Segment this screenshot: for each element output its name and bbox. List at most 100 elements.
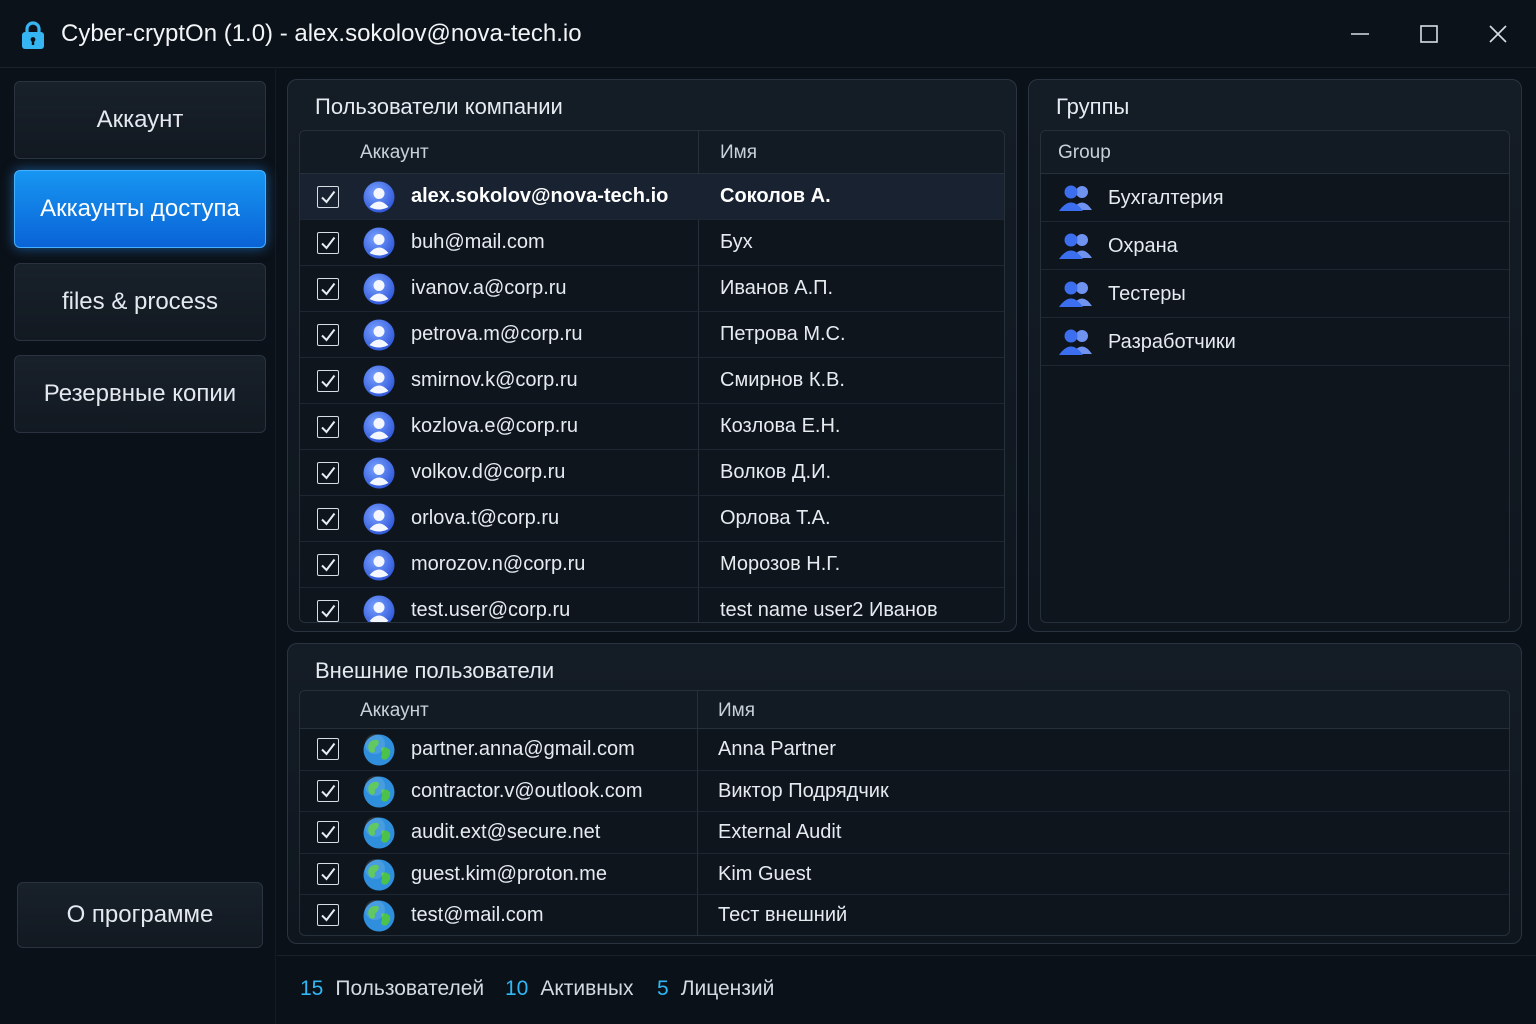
group-label: Разработчики <box>1108 331 1236 353</box>
table-row[interactable]: test@mail.com Тест внешний <box>300 895 1509 935</box>
account-cell: contractor.v@outlook.com <box>411 779 643 802</box>
name-cell: Морозов Н.Г. <box>720 553 841 575</box>
close-icon <box>1489 25 1507 43</box>
column-header-account[interactable]: Аккаунт <box>360 700 429 722</box>
status-users-label: Пользователей <box>335 977 485 1000</box>
maximize-button[interactable] <box>1407 14 1451 54</box>
group-label: Охрана <box>1108 235 1178 257</box>
group-label: Бухгалтерия <box>1108 187 1224 209</box>
account-cell: audit.ext@secure.net <box>411 821 601 843</box>
group-list-item[interactable]: Охрана <box>1041 222 1509 270</box>
row-checkbox[interactable] <box>317 370 339 392</box>
column-header-account[interactable]: Аккаунт <box>360 142 429 164</box>
account-cell: petrova.m@corp.ru <box>411 323 583 345</box>
table-row[interactable]: test.user@corp.ru test name user2 Иванов <box>300 588 1004 622</box>
groups-table: Group Бухгалтерия Охрана Тестеры Разработчи… <box>1040 130 1510 623</box>
row-checkbox[interactable] <box>317 416 339 438</box>
about-button[interactable]: О программе <box>17 882 263 948</box>
table-row[interactable]: orlova.t@corp.ru Орлова Т.А. <box>300 496 1004 542</box>
table-header: Group <box>1041 131 1509 174</box>
column-header-name[interactable]: Имя <box>720 142 757 164</box>
row-checkbox[interactable] <box>317 508 339 530</box>
table-row[interactable]: petrova.m@corp.ru Петрова М.С. <box>300 312 1004 358</box>
row-checkbox[interactable] <box>317 779 339 802</box>
table-row[interactable]: audit.ext@secure.net External Audit <box>300 812 1509 854</box>
row-checkbox[interactable] <box>317 862 339 885</box>
name-cell: Бух <box>720 231 753 253</box>
table-row[interactable]: contractor.v@outlook.com Виктор Подрядчик <box>300 771 1509 812</box>
table-row[interactable]: ivanov.a@corp.ru Иванов А.П. <box>300 266 1004 312</box>
account-cell: volkov.d@corp.ru <box>411 461 566 483</box>
nav-backups-button[interactable]: Резервные копии <box>14 355 266 433</box>
table-row[interactable]: morozov.n@corp.ru Морозов Н.Г. <box>300 542 1004 588</box>
nav-account-button[interactable]: Аккаунт <box>14 81 266 159</box>
users-group-icon <box>1059 233 1092 259</box>
column-header-group[interactable]: Group <box>1058 142 1111 164</box>
status-users: 15 Пользователей <box>300 977 484 1001</box>
row-checkbox[interactable] <box>317 738 339 760</box>
globe-icon <box>363 775 395 807</box>
table-row[interactable]: buh@mail.com Бух <box>300 220 1004 266</box>
checkmark-icon <box>321 742 336 756</box>
row-checkbox[interactable] <box>317 462 339 484</box>
table-row[interactable]: kozlova.e@corp.ru Козлова Е.Н. <box>300 404 1004 450</box>
row-checkbox[interactable] <box>317 821 339 843</box>
row-checkbox[interactable] <box>317 554 339 576</box>
status-licenses-label: Лицензий <box>680 977 775 1000</box>
lock-icon <box>22 21 44 49</box>
status-active: 10 Активных <box>505 977 634 1001</box>
checkmark-icon <box>321 558 336 572</box>
globe-icon <box>363 858 395 890</box>
globe-icon <box>363 734 395 766</box>
group-list-item[interactable]: Бухгалтерия <box>1041 174 1509 222</box>
name-cell: Волков Д.И. <box>720 461 832 483</box>
company-users-title: Пользователи компании <box>315 94 563 119</box>
nav-access-accounts-button[interactable]: Аккаунты доступа <box>14 170 266 248</box>
name-cell: Kim Guest <box>718 862 812 885</box>
minimize-button[interactable] <box>1338 14 1382 54</box>
company-users-table: Аккаунт Имя alex.sokolov@nova-tech.io Сок… <box>299 130 1005 623</box>
table-row[interactable]: volkov.d@corp.ru Волков Д.И. <box>300 450 1004 496</box>
account-cell: orlova.t@corp.ru <box>411 507 560 529</box>
account-cell: buh@mail.com <box>411 231 545 253</box>
name-cell: Виктор Подрядчик <box>718 779 889 802</box>
window-title: Cyber-cryptOn (1.0) - alex.sokolov@nova-… <box>61 20 582 47</box>
table-row[interactable]: alex.sokolov@nova-tech.io Соколов А. <box>300 174 1004 220</box>
table-header: Аккаунт Имя <box>300 691 1509 729</box>
checkmark-icon <box>321 908 336 922</box>
table-row[interactable]: guest.kim@proton.me Kim Guest <box>300 854 1509 895</box>
name-cell: Козлова Е.Н. <box>720 415 841 437</box>
name-cell: Смирнов К.В. <box>720 369 845 391</box>
status-licenses: 5 Лицензий <box>657 977 774 1001</box>
account-cell: test@mail.com <box>411 904 544 926</box>
user-avatar-icon <box>363 457 395 489</box>
user-avatar-icon <box>363 411 395 443</box>
external-users-table: Аккаунт Имя partner.anna@gmail.com Anna P… <box>299 690 1510 936</box>
status-users-count: 15 <box>300 977 324 1000</box>
group-label: Тестеры <box>1108 283 1186 305</box>
row-checkbox[interactable] <box>317 232 339 254</box>
checkmark-icon <box>321 825 336 839</box>
row-checkbox[interactable] <box>317 186 339 208</box>
close-button[interactable] <box>1476 14 1520 54</box>
nav-files-process-button[interactable]: files & process <box>14 263 266 341</box>
checkmark-icon <box>321 784 336 798</box>
maximize-icon <box>1420 25 1438 43</box>
status-active-count: 10 <box>505 977 529 1000</box>
globe-icon <box>363 817 395 849</box>
column-header-name[interactable]: Имя <box>718 700 755 722</box>
group-list-item[interactable]: Тестеры <box>1041 270 1509 318</box>
table-row[interactable]: smirnov.k@corp.ru Смирнов К.В. <box>300 358 1004 404</box>
row-checkbox[interactable] <box>317 324 339 346</box>
name-cell: Тест внешний <box>718 904 848 926</box>
group-list-item[interactable]: Разработчики <box>1041 318 1509 366</box>
row-checkbox[interactable] <box>317 278 339 300</box>
table-row[interactable]: partner.anna@gmail.com Anna Partner <box>300 729 1509 771</box>
minimize-icon <box>1351 33 1369 35</box>
row-checkbox[interactable] <box>317 904 339 926</box>
user-avatar-icon <box>363 365 395 397</box>
account-cell: alex.sokolov@nova-tech.io <box>411 185 669 207</box>
checkmark-icon <box>321 282 336 296</box>
account-cell: ivanov.a@corp.ru <box>411 277 567 299</box>
row-checkbox[interactable] <box>317 600 339 622</box>
